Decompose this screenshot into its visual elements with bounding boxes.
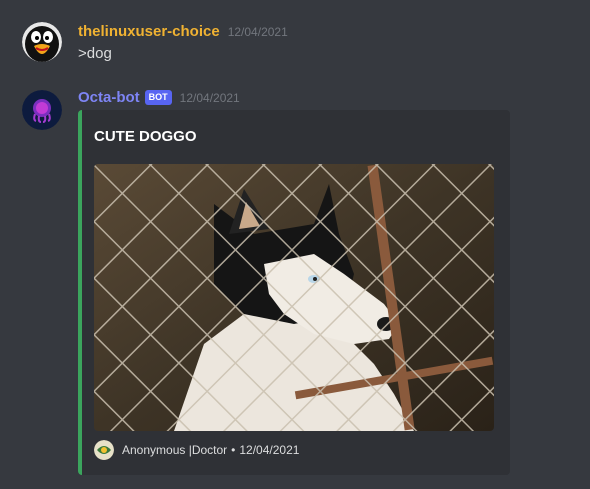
message-header: thelinuxuser-choice 12/04/2021 — [78, 23, 288, 40]
footer-date: 12/04/2021 — [239, 443, 300, 457]
username[interactable]: Octa-bot — [78, 89, 140, 106]
footer-separator: • — [231, 443, 236, 457]
husky-dog-image[interactable] — [94, 164, 494, 431]
octopus-icon[interactable] — [22, 90, 62, 130]
message-header: Octa-bot BOT 12/04/2021 — [78, 89, 240, 106]
message-content: >dog — [78, 45, 112, 62]
timestamp: 12/04/2021 — [227, 24, 288, 39]
bot-tag-badge: BOT — [144, 90, 172, 105]
embed-title: CUTE DOGGO — [94, 128, 197, 145]
footer-avatar-icon — [94, 440, 114, 460]
embed-card: CUTE DOGGO Anonymous |Doctor • 12/04/202… — [78, 110, 510, 475]
timestamp: 12/04/2021 — [179, 90, 240, 105]
penguin-icon[interactable] — [22, 22, 62, 62]
message-user: thelinuxuser-choice 12/04/2021 >dog — [0, 18, 590, 68]
username[interactable]: thelinuxuser-choice — [78, 23, 220, 40]
footer-text: Anonymous |Doctor — [122, 443, 228, 457]
embed-footer: Anonymous |Doctor • 12/04/2021 — [94, 440, 299, 460]
